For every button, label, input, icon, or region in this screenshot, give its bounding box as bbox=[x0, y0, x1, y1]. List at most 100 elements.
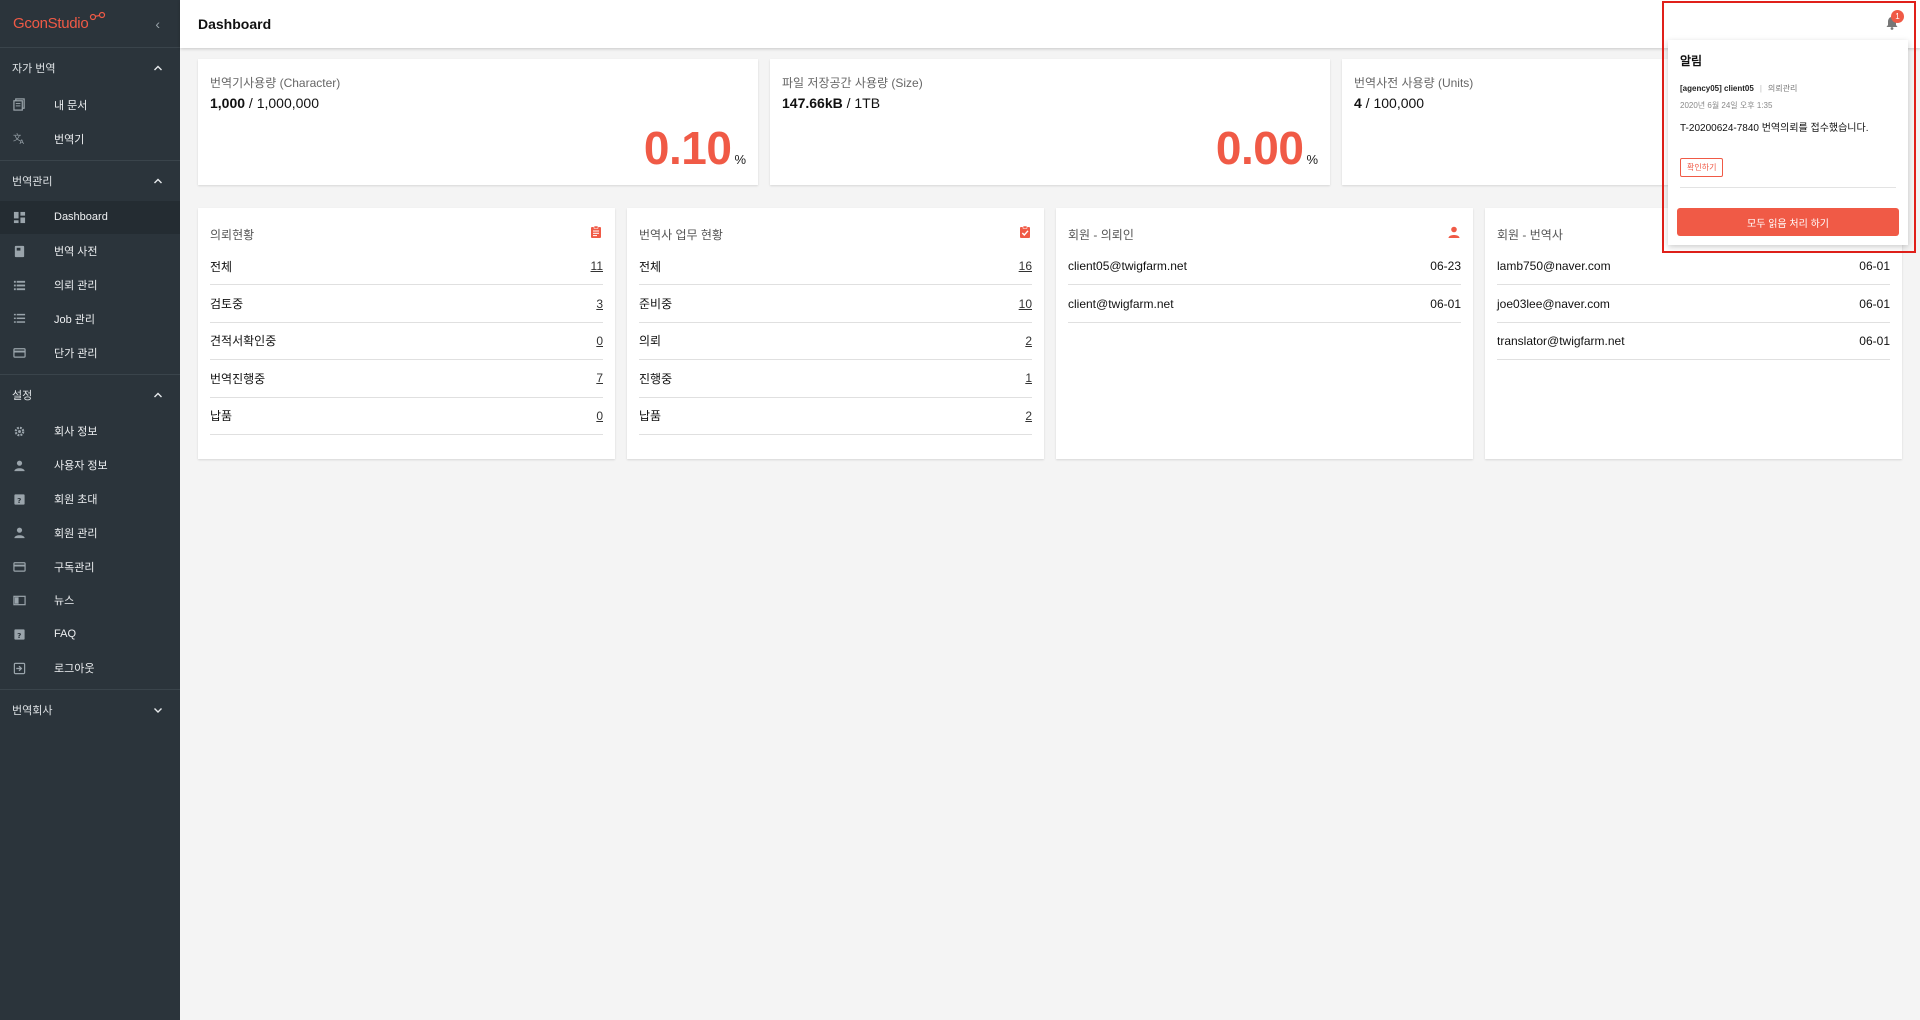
list-item: 납품 2 bbox=[639, 398, 1032, 435]
member-email: lamb750@naver.com bbox=[1497, 259, 1611, 274]
sidebar-item-label: Dashboard bbox=[54, 211, 108, 224]
sidebar-item-label: 사용자 정보 bbox=[54, 460, 108, 473]
stat-total: / 1TB bbox=[842, 95, 881, 111]
sidebar: GconStudio ‹ 자가 번역 내 문서 文A 번역기 번역관리 Dash… bbox=[0, 0, 180, 1020]
section-toggle-translation-management[interactable]: 번역관리 bbox=[0, 161, 180, 201]
sidebar-item-company-info[interactable]: 회사 정보 bbox=[0, 415, 180, 449]
sidebar-item-subscription[interactable]: 구독관리 bbox=[0, 550, 180, 584]
list-item: translator@twigfarm.net 06-01 bbox=[1497, 323, 1890, 361]
sidebar-section-translation-management: 번역관리 Dashboard 번역 사전 의뢰 관리 Job 관리 단가 관리 bbox=[0, 161, 180, 375]
section-toggle-self-translation[interactable]: 자가 번역 bbox=[0, 48, 180, 88]
card-icon bbox=[13, 346, 26, 359]
member-date: 06-23 bbox=[1430, 259, 1461, 274]
card-title: 의뢰현황 bbox=[210, 227, 255, 242]
row-label: 번역진행중 bbox=[210, 371, 266, 386]
list-item: joe03lee@naver.com 06-01 bbox=[1497, 285, 1890, 323]
sidebar-item-translator[interactable]: 文A 번역기 bbox=[0, 122, 180, 156]
card-header: 번역사 업무 현황 bbox=[639, 220, 1032, 248]
sidebar-item-label: 뉴스 bbox=[54, 595, 75, 608]
sidebar-item-my-documents[interactable]: 내 문서 bbox=[0, 88, 180, 122]
sidebar-item-job-management[interactable]: Job 관리 bbox=[0, 302, 180, 336]
sidebar-item-price-management[interactable]: 단가 관리 bbox=[0, 336, 180, 370]
row-label: 전체 bbox=[210, 259, 233, 274]
row-count-link[interactable]: 2 bbox=[1025, 334, 1032, 348]
row-label: 준비중 bbox=[639, 297, 673, 312]
gear-icon bbox=[13, 425, 26, 438]
logout-icon bbox=[13, 662, 26, 675]
list-item: client@twigfarm.net 06-01 bbox=[1068, 285, 1461, 323]
stat-label: 번역사전 사용량 (Units) bbox=[1354, 76, 1474, 90]
stat-used: 147.66kB bbox=[782, 95, 843, 111]
app-logo[interactable]: GconStudio bbox=[13, 11, 107, 32]
notification-date: 2020년 6월 24일 오후 1:35 bbox=[1680, 101, 1773, 110]
row-count-link[interactable]: 0 bbox=[596, 409, 603, 423]
list-item: 납품 0 bbox=[210, 398, 603, 435]
top-header: Dashboard bbox=[180, 0, 1920, 48]
section-toggle-settings[interactable]: 설정 bbox=[0, 375, 180, 415]
notification-badge: 1 bbox=[1891, 10, 1904, 23]
row-count-link[interactable]: 10 bbox=[1019, 297, 1032, 311]
sidebar-item-label: 회사 정보 bbox=[54, 426, 98, 439]
row-label: 진행중 bbox=[639, 371, 673, 386]
section-toggle-translation-company[interactable]: 번역회사 bbox=[0, 690, 180, 730]
stat-label: 번역기사용량 (Character) bbox=[210, 76, 341, 90]
clipboard-icon bbox=[589, 225, 603, 244]
sidebar-item-member-invite[interactable]: ? 회원 초대 bbox=[0, 482, 180, 516]
row-count-link[interactable]: 3 bbox=[596, 297, 603, 311]
notification-message: T-20200624-7840 번역의뢰를 접수했습니다. bbox=[1680, 123, 1869, 134]
card-icon bbox=[13, 560, 26, 573]
logo-mark-icon bbox=[90, 11, 106, 21]
stat-percent-unit: % bbox=[1306, 152, 1318, 167]
row-label: 납품 bbox=[210, 409, 233, 424]
row-label: 검토중 bbox=[210, 297, 244, 312]
mark-all-read-button[interactable]: 모두 읽음 처리 하기 bbox=[1677, 208, 1899, 236]
stat-percent-value: 0.00 bbox=[1215, 122, 1304, 174]
sidebar-item-dictionary[interactable]: 번역 사전 bbox=[0, 234, 180, 268]
member-date: 06-01 bbox=[1859, 296, 1890, 311]
sidebar-item-label: 회원 초대 bbox=[54, 494, 98, 507]
sidebar-item-label: 단가 관리 bbox=[54, 347, 98, 360]
sidebar-section-self-translation: 자가 번역 내 문서 文A 번역기 bbox=[0, 48, 180, 161]
notification-sender: [agency05] client05 bbox=[1680, 84, 1754, 93]
list-item: 전체 16 bbox=[639, 248, 1032, 286]
sidebar-item-label: FAQ bbox=[54, 628, 77, 641]
sidebar-item-request-management[interactable]: 의뢰 관리 bbox=[0, 268, 180, 302]
row-count-link[interactable]: 1 bbox=[1025, 371, 1032, 385]
list-item: lamb750@naver.com 06-01 bbox=[1497, 248, 1890, 286]
sidebar-item-label: 회원 관리 bbox=[54, 527, 98, 540]
notification-meta: [agency05] client05 | 의뢰관리 bbox=[1680, 83, 1896, 94]
sidebar-item-news[interactable]: 뉴스 bbox=[0, 584, 180, 618]
row-count-link[interactable]: 2 bbox=[1025, 409, 1032, 423]
sidebar-item-label: Job 관리 bbox=[54, 313, 96, 326]
sidebar-item-label: 번역기 bbox=[54, 133, 85, 146]
sidebar-item-logout[interactable]: 로그아웃 bbox=[0, 651, 180, 685]
card-header: 의뢰현황 bbox=[210, 220, 603, 248]
sidebar-section-settings: 설정 회사 정보 사용자 정보 ? 회원 초대 회원 관리 구독관리 뉴스 ? bbox=[0, 375, 180, 690]
help-icon: ? bbox=[13, 628, 26, 641]
page-title: Dashboard bbox=[198, 16, 272, 32]
row-count-link[interactable]: 11 bbox=[591, 259, 603, 273]
row-count-link[interactable]: 16 bbox=[1019, 259, 1032, 273]
svg-text:?: ? bbox=[17, 495, 21, 504]
card-title: 회원 - 의뢰인 bbox=[1068, 227, 1134, 242]
member-date: 06-01 bbox=[1859, 259, 1890, 274]
section-label: 번역관리 bbox=[12, 175, 53, 188]
card-translator-work: 번역사 업무 현황 전체 16 준비중 10 의뢰 2 진행중 1 납품 2 bbox=[627, 208, 1044, 459]
chevron-up-icon bbox=[154, 392, 162, 398]
stat-total: / 100,000 bbox=[1361, 95, 1425, 111]
row-count-link[interactable]: 7 bbox=[596, 371, 603, 385]
row-count-link[interactable]: 0 bbox=[596, 334, 603, 348]
chevron-down-icon bbox=[154, 707, 162, 713]
stat-percent: 0.10% bbox=[644, 125, 746, 171]
sidebar-item-user-info[interactable]: 사용자 정보 bbox=[0, 448, 180, 482]
list-icon bbox=[13, 279, 26, 292]
sidebar-item-faq[interactable]: ? FAQ bbox=[0, 617, 180, 651]
section-label: 자가 번역 bbox=[12, 63, 56, 75]
stat-used: 4 bbox=[1354, 95, 1362, 111]
stat-percent: 0.00% bbox=[1216, 125, 1318, 171]
sidebar-item-member-management[interactable]: 회원 관리 bbox=[0, 516, 180, 550]
list-item: 전체 11 bbox=[210, 248, 603, 286]
sidebar-item-dashboard[interactable]: Dashboard bbox=[0, 200, 180, 235]
sidebar-collapse-icon[interactable]: ‹ bbox=[155, 16, 160, 32]
confirm-button[interactable]: 확인하기 bbox=[1680, 158, 1724, 177]
